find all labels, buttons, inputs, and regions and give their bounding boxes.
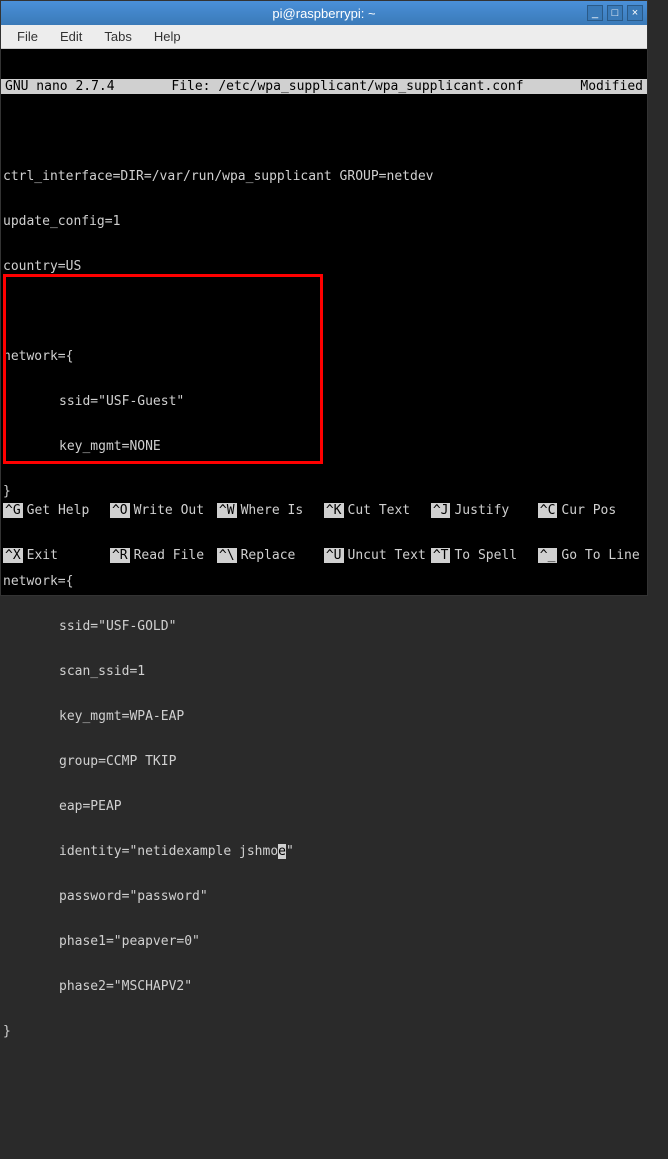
terminal-area[interactable]: GNU nano 2.7.4 File: /etc/wpa_supplicant… xyxy=(1,49,647,595)
editor-line: scan_ssid=1 xyxy=(1,664,647,679)
editor-line: eap=PEAP xyxy=(1,799,647,814)
annotation-highlight-box xyxy=(3,274,323,464)
shortcut-replace: ^\Replace xyxy=(217,548,324,563)
editor-line: ssid="USF-Guest" xyxy=(1,394,647,409)
shortcut-cur-pos: ^CCur Pos xyxy=(538,503,645,518)
nano-header: GNU nano 2.7.4 File: /etc/wpa_supplicant… xyxy=(1,79,647,94)
nano-app-name: GNU nano 2.7.4 xyxy=(5,79,115,94)
editor-line: network={ xyxy=(1,349,647,364)
editor-line: key_mgmt=WPA-EAP xyxy=(1,709,647,724)
editor-line: key_mgmt=NONE xyxy=(1,439,647,454)
shortcut-to-spell: ^TTo Spell xyxy=(431,548,538,563)
text-cursor: e xyxy=(278,844,286,859)
minimize-button[interactable]: _ xyxy=(587,5,603,21)
shortcut-go-to-line: ^_Go To Line xyxy=(538,548,645,563)
editor-line: ctrl_interface=DIR=/var/run/wpa_supplica… xyxy=(1,169,647,184)
editor-line: password="password" xyxy=(1,889,647,904)
editor-line: } xyxy=(1,1024,647,1039)
nano-file-path: File: /etc/wpa_supplicant/wpa_supplicant… xyxy=(171,79,523,94)
editor-line: ssid="USF-GOLD" xyxy=(1,619,647,634)
editor-line: phase1="peapver=0" xyxy=(1,934,647,949)
window-title: pi@raspberrypi: ~ xyxy=(272,6,375,21)
menubar: File Edit Tabs Help xyxy=(1,25,647,49)
maximize-button[interactable]: □ xyxy=(607,5,623,21)
shortcut-justify: ^JJustify xyxy=(431,503,538,518)
terminal-window: pi@raspberrypi: ~ _ □ × File Edit Tabs H… xyxy=(0,0,648,596)
nano-footer: ^GGet Help ^OWrite Out ^WWhere Is ^KCut … xyxy=(1,473,647,595)
editor-line xyxy=(1,304,647,319)
shortcut-where-is: ^WWhere Is xyxy=(217,503,324,518)
shortcut-read-file: ^RRead File xyxy=(110,548,217,563)
editor-line: country=US xyxy=(1,259,647,274)
editor-line: group=CCMP TKIP xyxy=(1,754,647,769)
menu-help[interactable]: Help xyxy=(144,27,191,46)
nano-status: Modified xyxy=(580,79,643,94)
menu-edit[interactable]: Edit xyxy=(50,27,92,46)
close-button[interactable]: × xyxy=(627,5,643,21)
shortcut-get-help: ^GGet Help xyxy=(3,503,110,518)
editor-line: update_config=1 xyxy=(1,214,647,229)
window-controls: _ □ × xyxy=(587,5,643,21)
shortcut-cut-text: ^KCut Text xyxy=(324,503,431,518)
menu-file[interactable]: File xyxy=(7,27,48,46)
editor-line: identity="netidexample jshmoe" xyxy=(1,844,647,859)
menu-tabs[interactable]: Tabs xyxy=(94,27,141,46)
nano-editor-body[interactable]: ctrl_interface=DIR=/var/run/wpa_supplica… xyxy=(1,139,647,1099)
shortcut-uncut-text: ^UUncut Text xyxy=(324,548,431,563)
editor-line: phase2="MSCHAPV2" xyxy=(1,979,647,994)
shortcut-exit: ^XExit xyxy=(3,548,110,563)
shortcut-write-out: ^OWrite Out xyxy=(110,503,217,518)
window-titlebar: pi@raspberrypi: ~ _ □ × xyxy=(1,1,647,25)
